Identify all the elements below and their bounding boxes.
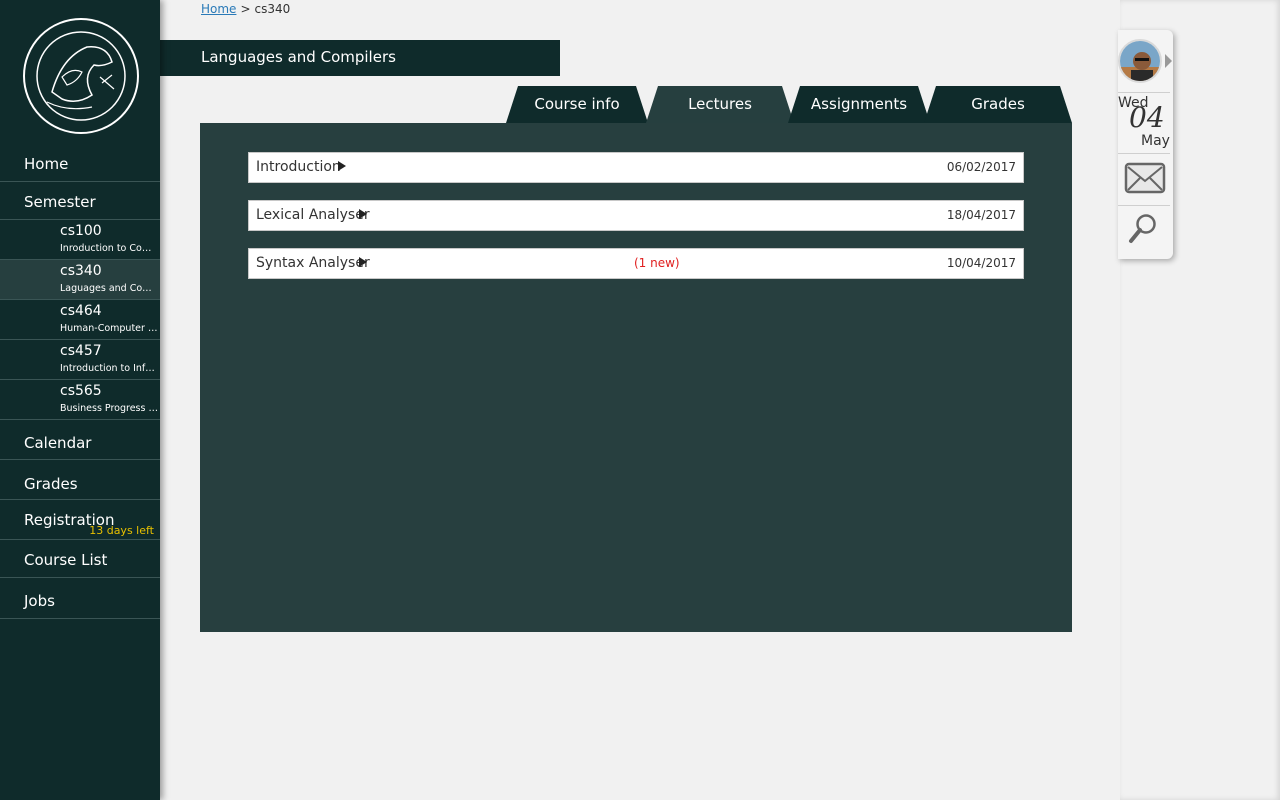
tab-assignments[interactable]: Assignments <box>788 86 930 123</box>
nav-course-list[interactable]: Course List <box>0 540 160 578</box>
semester-course-cs457[interactable]: cs457 Introduction to Infor... <box>0 340 160 380</box>
course-title: Languages and Compilers <box>201 48 396 66</box>
breadcrumb: Home > cs340 <box>201 2 290 16</box>
tab-course-info[interactable]: Course info <box>506 86 648 123</box>
course-title: Introduction to Infor... <box>60 363 158 374</box>
date-month: May <box>1141 133 1170 149</box>
lectures-panel: Introduction 06/02/2017 Lexical Analyser… <box>200 123 1072 632</box>
breadcrumb-home-link[interactable]: Home <box>201 2 236 16</box>
divider <box>1118 153 1170 154</box>
semester-course-cs100[interactable]: cs100 Inroduction to Comp... <box>0 220 160 260</box>
nav-grades-label: Grades <box>24 475 78 493</box>
tab-label: Lectures <box>688 95 752 113</box>
divider <box>1118 205 1170 206</box>
date-number: 04 <box>1129 101 1165 134</box>
course-code: cs464 <box>60 303 102 319</box>
nav-registration[interactable]: Registration 13 days left <box>0 500 160 540</box>
course-code: cs457 <box>60 343 102 359</box>
course-title: Laguages and Compi... <box>60 283 158 294</box>
nav-calendar[interactable]: Calendar <box>0 420 160 460</box>
lecture-row[interactable]: Syntax Analyser (1 new) 10/04/2017 <box>248 248 1024 279</box>
mail-icon[interactable] <box>1124 161 1166 195</box>
search-icon[interactable] <box>1126 212 1160 246</box>
lecture-name: Lexical Analyser <box>256 207 370 223</box>
nav-semester[interactable]: Semester <box>0 182 160 220</box>
divider <box>1118 92 1170 93</box>
registration-days-left: 13 days left <box>89 524 154 537</box>
main-area: Home > cs340 Languages and Compilers Cours… <box>160 0 1120 800</box>
nav-home[interactable]: Home <box>0 145 160 182</box>
breadcrumb-current: cs340 <box>254 2 291 16</box>
tab-lectures[interactable]: Lectures <box>646 86 794 123</box>
course-title: Business Progress M... <box>60 403 158 414</box>
lecture-row[interactable]: Introduction 06/02/2017 <box>248 152 1024 183</box>
nav-grades[interactable]: Grades <box>0 460 160 500</box>
lecture-row[interactable]: Lexical Analyser 18/04/2017 <box>248 200 1024 231</box>
new-items-badge: (1 new) <box>634 256 680 270</box>
sidebar: Home Semester cs100 Inroduction to Comp.… <box>0 0 160 800</box>
semester-course-cs340[interactable]: cs340 Laguages and Compi... <box>0 260 160 300</box>
nav-course-list-label: Course List <box>24 551 108 569</box>
user-avatar[interactable] <box>1118 39 1162 83</box>
nav-semester-label: Semester <box>24 193 96 211</box>
tab-label: Course info <box>534 95 620 113</box>
course-title-bar: Languages and Compilers <box>160 40 560 76</box>
semester-course-cs565[interactable]: cs565 Business Progress M... <box>0 380 160 420</box>
nav-jobs-label: Jobs <box>24 592 55 610</box>
lecture-name: Introduction <box>256 159 341 175</box>
expand-arrow-icon <box>359 257 367 267</box>
lecture-date: 06/02/2017 <box>946 160 1016 174</box>
course-title: Human-Computer In... <box>60 323 158 334</box>
course-code: cs100 <box>60 223 102 239</box>
lecture-date: 10/04/2017 <box>946 256 1016 270</box>
course-code: cs565 <box>60 383 102 399</box>
semester-course-cs464[interactable]: cs464 Human-Computer In... <box>0 300 160 340</box>
tab-grades[interactable]: Grades <box>924 86 1072 123</box>
expand-arrow-icon <box>338 161 346 171</box>
nav-jobs[interactable]: Jobs <box>0 578 160 619</box>
lecture-name: Syntax Analyser <box>256 255 370 271</box>
nav-calendar-label: Calendar <box>24 434 92 452</box>
expand-arrow-icon <box>359 209 367 219</box>
course-title: Inroduction to Comp... <box>60 243 158 254</box>
nav-home-label: Home <box>24 155 69 173</box>
university-logo[interactable] <box>22 17 140 135</box>
tab-label: Assignments <box>810 95 908 113</box>
avatar-expand-icon[interactable] <box>1165 54 1172 68</box>
breadcrumb-separator: > <box>240 2 251 16</box>
course-code: cs340 <box>60 263 102 279</box>
tab-label: Grades <box>971 95 1025 113</box>
lecture-date: 18/04/2017 <box>946 208 1016 222</box>
